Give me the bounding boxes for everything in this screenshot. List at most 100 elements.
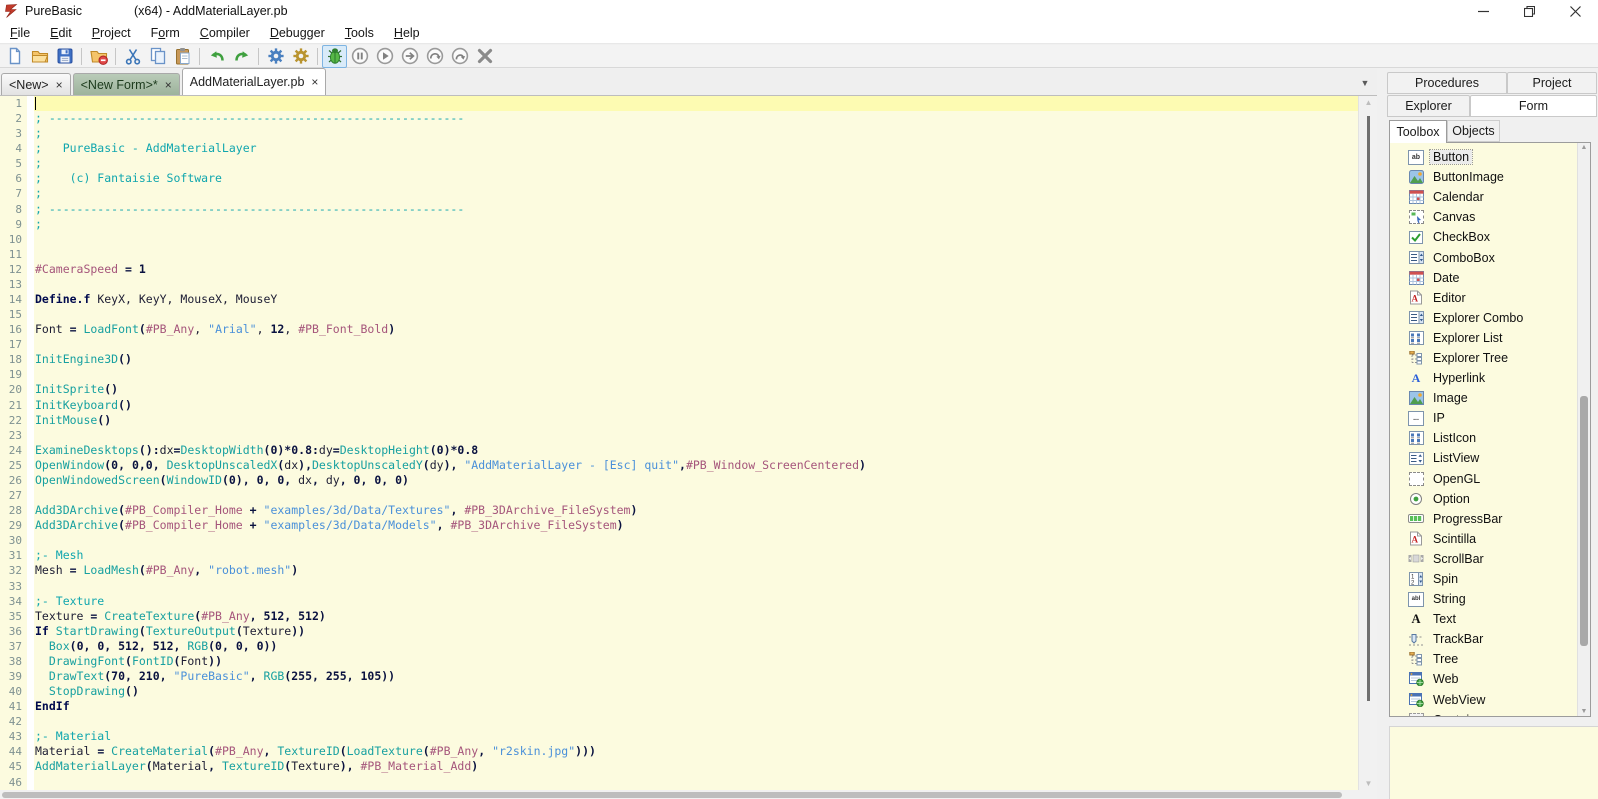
toolbox-item-ip[interactable]: ...IP — [1390, 408, 1590, 428]
toolbox-item-listview[interactable]: ListView — [1390, 448, 1590, 468]
toolbox-item-explorer-list[interactable]: Explorer List — [1390, 328, 1590, 348]
compile-run-button[interactable] — [263, 45, 288, 68]
code-editor[interactable]: 12; ------------------------------------… — [0, 96, 1358, 790]
toolbox-item-spin[interactable]: 12Spin — [1390, 569, 1590, 589]
code-line[interactable]: 12#CameraSpeed = 1 — [0, 262, 1358, 277]
toolbox-item-trackbar[interactable]: TrackBar — [1390, 629, 1590, 649]
toolbox-scroll-up-icon[interactable]: ▲ — [1578, 144, 1590, 151]
compiler-options-button[interactable] — [288, 45, 313, 68]
restore-button[interactable] — [1506, 0, 1552, 22]
step-out-button[interactable] — [447, 45, 472, 68]
code-line[interactable]: 5; — [0, 156, 1358, 171]
menu-tools[interactable]: Tools — [335, 24, 384, 42]
code-line[interactable]: 4; PureBasic - AddMaterialLayer — [0, 141, 1358, 156]
toolbox-item-tree[interactable]: Tree — [1390, 649, 1590, 669]
code-line[interactable]: 35Texture = CreateTexture(#PB_Any, 512, … — [0, 609, 1358, 624]
code-line[interactable]: 29Add3DArchive(#PB_Compiler_Home + "exam… — [0, 518, 1358, 533]
toolbox-item-webview[interactable]: WebView — [1390, 690, 1590, 710]
code-line[interactable]: 15 — [0, 307, 1358, 322]
toolbox-item-explorer-combo[interactable]: Explorer Combo — [1390, 308, 1590, 328]
tab-close-icon[interactable]: × — [56, 78, 63, 92]
code-line[interactable]: 17 — [0, 337, 1358, 352]
code-line[interactable]: 9; — [0, 217, 1358, 232]
tab-toolbox[interactable]: Toolbox — [1389, 120, 1447, 143]
redo-button[interactable] — [229, 45, 254, 68]
code-line[interactable]: 13 — [0, 277, 1358, 292]
editor-vertical-scrollbar[interactable]: ▲ ▼ — [1358, 96, 1377, 790]
code-line[interactable]: 32Mesh = LoadMesh(#PB_Any, "robot.mesh") — [0, 563, 1358, 578]
code-line[interactable]: 33 — [0, 579, 1358, 594]
toolbox-item-checkbox[interactable]: CheckBox — [1390, 227, 1590, 247]
code-line[interactable]: 16Font = LoadFont(#PB_Any, "Arial", 12, … — [0, 322, 1358, 337]
toolbox-scroll-down-icon[interactable]: ▼ — [1578, 708, 1590, 715]
toolbox-item-scintilla[interactable]: AScintilla — [1390, 529, 1590, 549]
tab-close-icon[interactable]: × — [165, 78, 172, 92]
code-line[interactable]: 2; -------------------------------------… — [0, 111, 1358, 126]
toolbox-item-button[interactable]: abButton — [1390, 147, 1590, 167]
tab-list-dropdown-button[interactable]: ▼ — [1352, 73, 1378, 92]
editor-vscroll-thumb[interactable] — [1367, 116, 1370, 701]
tab-project[interactable]: Project — [1507, 72, 1597, 94]
code-line[interactable]: 24ExamineDesktops():dx=DesktopWidth(0)*0… — [0, 443, 1358, 458]
code-line[interactable]: 1 — [0, 96, 1358, 111]
editor-hscroll-thumb[interactable] — [2, 792, 1342, 798]
toolbox-item-listicon[interactable]: ListIcon — [1390, 428, 1590, 448]
code-line[interactable]: 26OpenWindowedScreen(WindowID(0), 0, 0, … — [0, 473, 1358, 488]
toolbox-item-progressbar[interactable]: ProgressBar — [1390, 509, 1590, 529]
code-line[interactable]: 45AddMaterialLayer(Material, TextureID(T… — [0, 759, 1358, 774]
menu-help[interactable]: Help — [384, 24, 430, 42]
toolbox-item-date[interactable]: Date — [1390, 268, 1590, 288]
menu-form[interactable]: Form — [141, 24, 190, 42]
code-line[interactable]: 6; (c) Fantaisie Software — [0, 171, 1358, 186]
code-line[interactable]: 38 DrawingFont(FontID(Font)) — [0, 654, 1358, 669]
code-line[interactable]: 11 — [0, 247, 1358, 262]
code-line[interactable]: 28Add3DArchive(#PB_Compiler_Home + "exam… — [0, 503, 1358, 518]
code-line[interactable]: 44Material = CreateMaterial(#PB_Any, Tex… — [0, 744, 1358, 759]
cut-button[interactable] — [120, 45, 145, 68]
toolbox-item-text[interactable]: AText — [1390, 609, 1590, 629]
document-tab-new-form[interactable]: <New Form>*× — [73, 73, 180, 95]
scroll-up-icon[interactable]: ▲ — [1359, 98, 1378, 107]
tab-form[interactable]: Form — [1470, 95, 1597, 117]
code-line[interactable]: 8; -------------------------------------… — [0, 202, 1358, 217]
code-line[interactable]: 7; — [0, 186, 1358, 201]
code-line[interactable]: 19 — [0, 367, 1358, 382]
toolbox-scroll-thumb[interactable] — [1580, 396, 1588, 646]
code-line[interactable]: 18InitEngine3D() — [0, 352, 1358, 367]
toolbox-list[interactable]: abButtonButtonImageCalendarCanvasCheckBo… — [1389, 142, 1591, 717]
step-over-button[interactable] — [422, 45, 447, 68]
run-button[interactable] — [372, 45, 397, 68]
tab-close-icon[interactable]: × — [311, 75, 318, 89]
new-file-button[interactable] — [2, 45, 27, 68]
code-line[interactable]: 22InitMouse() — [0, 413, 1358, 428]
code-line[interactable]: 23 — [0, 428, 1358, 443]
code-line[interactable]: 14Define.f KeyX, KeyY, MouseX, MouseY — [0, 292, 1358, 307]
kill-program-button[interactable] — [472, 45, 497, 68]
menu-project[interactable]: Project — [82, 24, 141, 42]
close-file-button[interactable] — [86, 45, 111, 68]
code-line[interactable]: 20InitSprite() — [0, 382, 1358, 397]
toolbox-item-hyperlink[interactable]: AHyperlink — [1390, 368, 1590, 388]
paste-button[interactable] — [170, 45, 195, 68]
tab-procedures[interactable]: Procedures — [1387, 72, 1507, 94]
menu-edit[interactable]: Edit — [40, 24, 82, 42]
code-line[interactable]: 25OpenWindow(0, 0,0, DesktopUnscaledX(dx… — [0, 458, 1358, 473]
code-line[interactable]: 46 — [0, 775, 1358, 790]
toolbox-item-container[interactable]: Container — [1390, 710, 1590, 717]
code-line[interactable]: 34;- Texture — [0, 594, 1358, 609]
menu-file[interactable]: File — [0, 24, 40, 42]
debugger-button[interactable] — [322, 45, 347, 68]
code-line[interactable]: 41EndIf — [0, 699, 1358, 714]
document-tab-new[interactable]: <New>× — [1, 73, 71, 95]
editor-horizontal-scrollbar[interactable] — [0, 790, 1377, 799]
toolbox-scrollbar[interactable]: ▲ ▼ — [1577, 143, 1590, 716]
code-line[interactable]: 39 DrawText(70, 210, "PureBasic", RGB(25… — [0, 669, 1358, 684]
minimize-button[interactable] — [1460, 0, 1506, 22]
save-file-button[interactable] — [52, 45, 77, 68]
tab-objects[interactable]: Objects — [1447, 120, 1500, 142]
menu-compiler[interactable]: Compiler — [190, 24, 260, 42]
toolbox-item-explorer-tree[interactable]: Explorer Tree — [1390, 348, 1590, 368]
code-line[interactable]: 37 Box(0, 0, 512, 512, RGB(0, 0, 0)) — [0, 639, 1358, 654]
toolbox-item-scrollbar[interactable]: ScrollBar — [1390, 549, 1590, 569]
toolbox-item-opengl[interactable]: OpenGL — [1390, 469, 1590, 489]
